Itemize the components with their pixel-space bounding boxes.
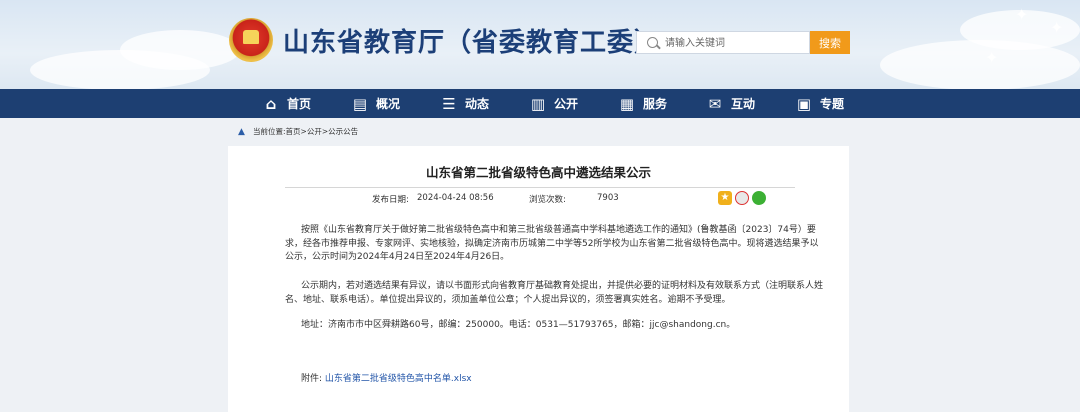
article-paragraph: 公示期内，若对遴选结果有异议，请以书面形式向省教育厅基础教育处提出，并提供必要的… [285,281,824,305]
nav-item-service[interactable]: ▦ 服务 [618,89,667,118]
home-icon: ⌂ [265,94,277,113]
article-title: 山东省第二批省级特色高中遴选结果公示 [425,165,651,180]
article-paragraph: 按照《山东省教育厅关于做好第二批省级特色高中和第三批省级普通高中学科基地遴选工作… [285,225,819,262]
nav-item-label: 专题 [820,97,845,111]
breadcrumb-prefix: 当前位置: [253,127,286,136]
search-input[interactable] [665,35,805,51]
overview-icon: ▤ [352,94,368,113]
nav-item-label: 概况 [376,97,401,111]
nav-item-public[interactable]: ▥ 公开 [529,89,578,118]
nav-item-topic[interactable]: ▣ 专题 [795,89,844,118]
views-count: 7903 [597,193,619,203]
search-icon [647,37,658,48]
article-panel: 山东省第二批省级特色高中遴选结果公示 发布日期: 2024-04-24 08:5… [228,146,849,412]
publish-date: 2024-04-24 08:56 [417,193,494,203]
news-icon: ☰ [442,94,456,113]
views-label: 浏览次数: [529,195,566,205]
nav-item-overview[interactable]: ▤ 概况 [351,89,400,118]
site-title[interactable]: 山东省教育厅（省委教育工委） [283,22,661,59]
dove-icon: ✦ [985,48,999,67]
weibo-share-icon[interactable] [735,191,749,205]
national-emblem-logo[interactable] [229,18,273,62]
nav-item-label: 首页 [287,97,312,111]
nav-item-label: 动态 [465,97,490,111]
main-nav: ⌂ 首页 ▤ 概况 ☰ 动态 ▥ 公开 ▦ 服务 ✉ 互动 ▣ 专题 [0,89,1080,118]
nav-item-label: 互动 [731,97,756,111]
chat-icon: ✉ [708,94,722,113]
qzone-share-icon[interactable]: ★ [718,191,732,205]
nav-item-label: 服务 [643,97,668,111]
cloud-decoration [120,30,240,70]
nav-item-news[interactable]: ☰ 动态 [440,89,489,118]
breadcrumb-announcements[interactable]: 公示公告 [328,126,358,137]
dove-icon: ✦ [1050,18,1064,37]
nav-item-interaction[interactable]: ✉ 互动 [706,89,755,118]
wechat-share-icon[interactable] [752,191,766,205]
title-divider [285,187,795,188]
service-icon: ▦ [619,94,635,113]
search-box [636,31,810,54]
attachment-link[interactable]: 山东省第二批省级特色高中名单.xlsx [325,374,472,384]
article-paragraph: 地址：济南市市中区舜耕路60号，邮编：250000。电话：0531—517937… [301,320,736,330]
cloud-decoration [880,40,1080,89]
breadcrumb-home[interactable]: 首页 [286,126,301,137]
attachment-line: 附件: 山东省第二批省级特色高中名单.xlsx [301,371,472,384]
nav-item-home[interactable]: ⌂ 首页 [262,89,311,118]
nav-item-label: 公开 [554,97,579,111]
dove-icon: ✦ [1015,5,1029,24]
search-button[interactable]: 搜索 [810,31,850,54]
header-banner: ✦ ✦ ✦ 山东省教育厅（省委教育工委） [0,0,1080,89]
breadcrumb-public[interactable]: 公开 [307,126,322,137]
topic-icon: ▣ [796,94,812,113]
publish-label: 发布日期: [372,195,409,205]
location-icon: ▲ [238,126,245,137]
breadcrumb: ▲ 当前位置: 首页 > 公开 > 公示公告 [238,126,358,137]
book-icon: ▥ [530,94,546,113]
attachment-label: 附件: [301,374,323,384]
